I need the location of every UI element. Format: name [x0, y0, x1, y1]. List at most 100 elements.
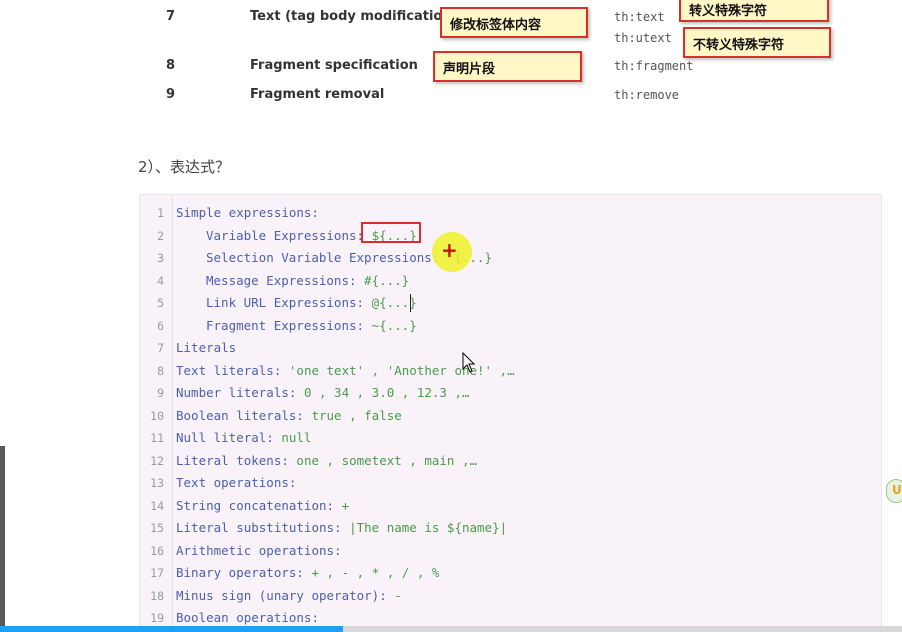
code-text: Message Expressions: #{...}: [206, 273, 409, 288]
highlight-box: [361, 222, 421, 243]
code-line: 3Selection Variable Expressions: *{...}: [140, 248, 881, 270]
left-edge-bar: [0, 446, 5, 632]
code-key: Text literals:: [176, 362, 289, 378]
code-line: 16 Arithmetic operations:: [140, 541, 881, 563]
code-line: 5 Link URL Expressions: @{...}: [140, 293, 881, 315]
code-key: Minus sign (unary operator):: [176, 587, 395, 603]
code-text: Null literal: null: [176, 430, 311, 445]
code-line: 4 Message Expressions: #{...}: [140, 271, 881, 293]
line-number: 19: [150, 611, 164, 625]
code-line: 13 Text operations:: [140, 473, 881, 495]
line-number: 7: [157, 341, 164, 355]
code-key: Arithmetic operations:: [176, 542, 342, 558]
code-line: 11 Null literal: null: [140, 428, 881, 450]
code-line: 9 Number literals: 0 , 34 , 3.0 , 12.3 ,…: [140, 383, 881, 405]
code-key: Simple expressions:: [176, 205, 319, 220]
line-number: 11: [150, 431, 164, 445]
line-number: 16: [150, 543, 164, 558]
code-value: #{...}: [364, 272, 410, 288]
code-text: Boolean operations:: [176, 610, 319, 625]
floating-tool-icon[interactable]: U: [886, 479, 902, 503]
code-line: 18 Minus sign (unary operator): -: [140, 586, 881, 608]
line-number: 17: [150, 566, 164, 580]
annotation-modify-body: 修改标签体内容: [440, 7, 588, 38]
code-text: Literals: [176, 340, 236, 355]
mouse-pointer-icon: [462, 352, 476, 373]
code-line: 2 Variable Expressions: ${...}: [140, 226, 881, 248]
cursor-crosshair-icon: +: [441, 238, 458, 262]
line-number: 18: [150, 588, 164, 603]
code-key: Null literal:: [176, 430, 282, 445]
code-line: 15 Literal substitutions: |The name is ${…: [140, 518, 881, 540]
line-number: 13: [150, 476, 164, 490]
code-line: 14 String concatenation: +: [140, 496, 881, 518]
code-value: ~{...}: [371, 317, 417, 333]
row-number: 8: [166, 58, 176, 73]
code-value: null: [281, 430, 312, 445]
line-number: 2: [157, 228, 164, 243]
code-key: Number literals:: [176, 385, 304, 400]
code-text: Link URL Expressions: @{...}: [206, 295, 417, 310]
line-number: 14: [150, 498, 164, 513]
line-number: 3: [157, 251, 164, 265]
code-text: Arithmetic operations:: [176, 543, 342, 558]
line-number: 9: [157, 386, 164, 400]
feature-name: Text (tag body modification): [250, 9, 458, 24]
feature-name: Fragment removal: [250, 87, 385, 102]
code-line: 10 Boolean literals: true , false: [140, 406, 881, 428]
section-heading: 2）、表达式？: [138, 158, 231, 176]
code-key: Literal tokens:: [176, 452, 297, 468]
line-number: 12: [150, 453, 164, 468]
line-number: 8: [157, 363, 164, 378]
code-key: Literals: [176, 340, 237, 355]
attribute-name: th:utext: [614, 31, 672, 45]
code-value: 'one text' , 'Another one!' ,…: [288, 362, 515, 378]
code-key: String concatenation:: [176, 497, 342, 513]
code-line: 6 Fragment Expressions: ~{...}: [140, 316, 881, 338]
code-key: Boolean operations:: [176, 610, 319, 625]
code-text: Boolean literals: true , false: [176, 408, 402, 423]
annotation-no-escape: 不转义特殊字符: [683, 27, 831, 58]
code-value: +: [341, 497, 350, 513]
attribute-name: th:remove: [614, 88, 680, 102]
video-progress-fill[interactable]: [0, 626, 343, 632]
code-key: Link URL Expressions:: [206, 295, 372, 310]
code-key: Selection Variable Expressions:: [206, 250, 447, 265]
line-number: 5: [157, 296, 164, 310]
row-number: 9: [166, 87, 176, 102]
code-text: Number literals: 0 , 34 , 3.0 , 12.3 ,…: [176, 385, 470, 400]
code-key: Text operations:: [176, 475, 297, 490]
code-value: + , - , * , / , %: [311, 565, 440, 580]
code-text: Text operations:: [176, 475, 296, 490]
attribute-name: th:fragment: [614, 59, 694, 73]
annotation-escape: 转义特殊字符: [679, 0, 829, 22]
line-number: 4: [157, 273, 164, 288]
code-key: Variable Expressions:: [206, 227, 372, 243]
code-key: Binary operators:: [176, 565, 312, 580]
code-value: one , sometext , main ,…: [296, 452, 478, 468]
code-key: Literal substitutions:: [176, 520, 350, 535]
code-value: true , false: [311, 407, 402, 423]
line-number: 10: [150, 408, 164, 423]
code-line: 1 Simple expressions:: [140, 203, 881, 225]
code-text: Literal tokens: one , sometext , main ,…: [176, 453, 477, 468]
code-line: 8 Text literals: 'one text' , 'Another on…: [140, 361, 881, 383]
code-key: Fragment Expressions:: [206, 317, 372, 333]
code-value: -: [394, 587, 402, 603]
code-key: Boolean literals:: [176, 407, 312, 423]
code-text: String concatenation: +: [176, 498, 349, 513]
code-text: Literal substitutions: |The name is ${na…: [176, 520, 507, 535]
code-text: Minus sign (unary operator): -: [176, 588, 402, 603]
line-number: 6: [157, 318, 164, 333]
code-value: |The name is ${name}|: [349, 520, 508, 535]
line-number: 15: [150, 521, 164, 535]
feature-name: Fragment specification: [250, 58, 418, 73]
annotation-declare-fragment: 声明片段: [433, 51, 582, 82]
row-number: 7: [166, 9, 176, 24]
code-text: Binary operators: + , - , * , / , %: [176, 565, 439, 580]
code-line: 7 Literals: [140, 338, 881, 360]
code-value: 0 , 34 , 3.0 , 12.3 ,…: [303, 385, 470, 400]
line-number: 1: [157, 206, 164, 220]
code-block: 1 Simple expressions: 2 Variable Expression…: [139, 194, 882, 632]
attribute-name: th:text: [614, 10, 665, 24]
